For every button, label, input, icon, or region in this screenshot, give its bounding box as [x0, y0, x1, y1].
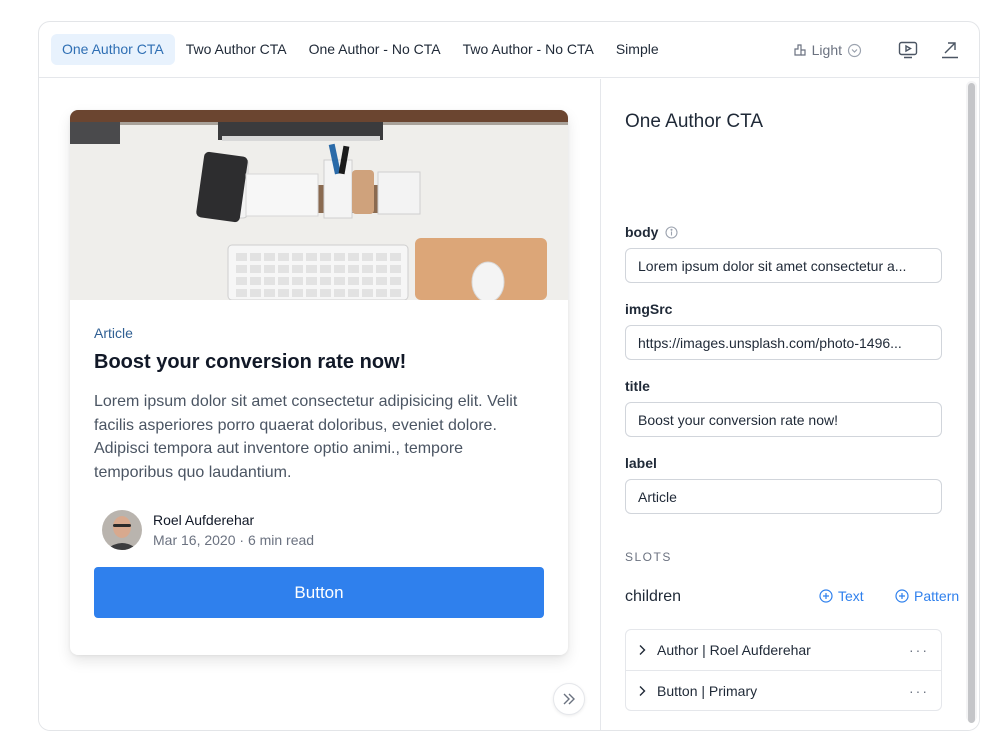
theme-label: Light	[811, 42, 842, 58]
add-text-button[interactable]: Text	[819, 588, 864, 604]
info-icon	[665, 225, 679, 239]
toolbar-actions: Light	[788, 22, 961, 78]
add-pattern-label: Pattern	[914, 588, 960, 604]
plus-circle-icon	[895, 589, 909, 603]
field-label-imgsrc: imgSrc	[625, 301, 673, 317]
more-options-icon[interactable]: ···	[909, 683, 929, 699]
storybook-frame: One Author CTA Two Author CTA One Author…	[38, 21, 980, 731]
field-label-title: title	[625, 378, 650, 394]
slot-item-author[interactable]: Author | Roel Aufderehar ···	[626, 630, 941, 670]
avatar	[102, 510, 142, 550]
open-external-button[interactable]	[939, 39, 961, 61]
tab-one-author-no-cta[interactable]: One Author - No CTA	[298, 34, 452, 65]
card-image	[70, 110, 568, 300]
slot-item-label: Author | Roel Aufderehar	[657, 642, 811, 658]
tab-one-author-cta[interactable]: One Author CTA	[51, 34, 175, 65]
tab-simple[interactable]: Simple	[605, 34, 670, 65]
cta-button[interactable]: Button	[94, 567, 544, 618]
author-block: Roel Aufderehar Mar 16, 2020 · 6 min rea…	[102, 510, 544, 550]
author-avatar-image	[102, 510, 142, 550]
author-name: Roel Aufderehar	[153, 512, 255, 528]
plus-circle-icon	[819, 589, 833, 603]
theme-icon	[794, 44, 806, 56]
title-field[interactable]	[625, 402, 942, 437]
external-link-icon	[942, 42, 958, 59]
card-body-text: Lorem ipsum dolor sit amet consectetur a…	[94, 393, 518, 481]
imgsrc-field[interactable]	[625, 325, 942, 360]
variant-tabbar: One Author CTA Two Author CTA One Author…	[39, 22, 979, 78]
scrollbar-thumb[interactable]	[968, 83, 975, 723]
more-options-icon[interactable]: ···	[909, 642, 929, 658]
slot-item-button[interactable]: Button | Primary ···	[626, 670, 941, 710]
slot-item-label: Button | Primary	[657, 682, 758, 699]
play-button[interactable]	[897, 39, 919, 61]
tab-two-author-cta[interactable]: Two Author CTA	[175, 34, 298, 65]
blog-card: Article Boost your conversion rate now! …	[70, 110, 568, 655]
card-category-label: Article	[94, 325, 133, 341]
add-text-label: Text	[838, 588, 864, 604]
theme-toggle[interactable]: Light	[788, 42, 867, 58]
props-panel: One Author CTA body imgSrc title label S…	[600, 79, 979, 730]
play-icon	[898, 41, 918, 59]
chevron-right-icon	[639, 685, 646, 696]
field-label-label: label	[625, 455, 657, 471]
expand-panel-button[interactable]	[553, 683, 585, 715]
tab-two-author-no-cta[interactable]: Two Author - No CTA	[452, 34, 605, 65]
add-pattern-button[interactable]: Pattern	[895, 588, 959, 604]
preview-pane: Article Boost your conversion rate now! …	[39, 79, 600, 730]
scrollbar[interactable]	[966, 81, 977, 723]
slots-heading: SLOTS	[625, 550, 672, 564]
double-chevron-right-icon	[563, 693, 575, 705]
body-field[interactable]	[625, 248, 942, 283]
chevron-right-icon	[639, 645, 646, 655]
panel-title: One Author CTA	[625, 111, 763, 132]
field-label-body-text: body	[625, 224, 659, 240]
desk-photo-image	[70, 110, 568, 300]
children-label: children	[625, 588, 682, 605]
card-title: Boost your conversion rate now!	[94, 351, 407, 373]
field-label-body: body	[625, 224, 679, 240]
card-body: Article Boost your conversion rate now! …	[70, 325, 568, 618]
label-field[interactable]	[625, 479, 942, 514]
author-meta: Mar 16, 2020 · 6 min read	[153, 532, 315, 548]
slot-list: Author | Roel Aufderehar ··· Button | Pr…	[625, 629, 942, 711]
chevron-down-circle-icon	[847, 43, 862, 57]
